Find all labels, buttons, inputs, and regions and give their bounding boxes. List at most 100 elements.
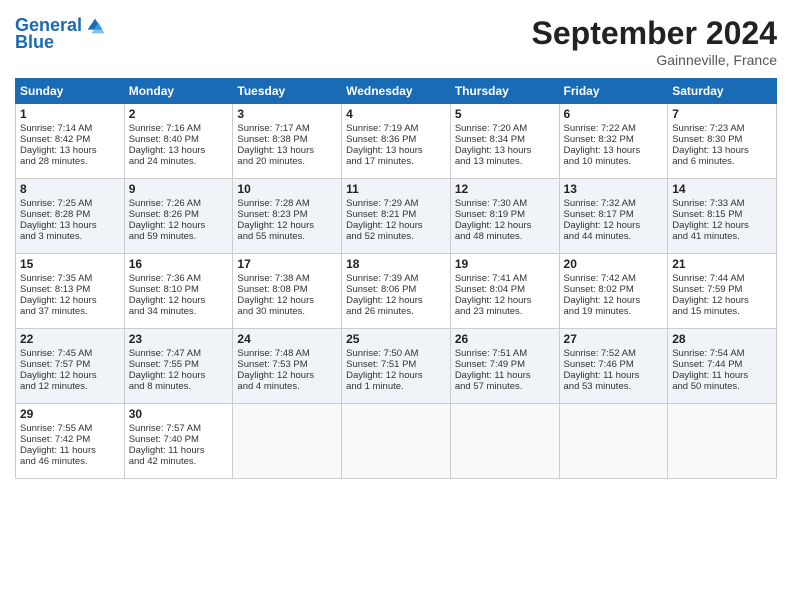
day-info: Sunrise: 7:38 AM (237, 273, 337, 284)
day-info: and 50 minutes. (672, 381, 772, 392)
day-info: Sunrise: 7:57 AM (129, 423, 229, 434)
day-info: Sunrise: 7:50 AM (346, 348, 446, 359)
calendar-cell: 10Sunrise: 7:28 AMSunset: 8:23 PMDayligh… (233, 179, 342, 254)
day-info: and 57 minutes. (455, 381, 555, 392)
day-info: Sunset: 8:28 PM (20, 209, 120, 220)
day-info: Sunset: 8:32 PM (564, 134, 664, 145)
day-info: Daylight: 12 hours (672, 295, 772, 306)
day-info: Sunrise: 7:48 AM (237, 348, 337, 359)
calendar-cell: 11Sunrise: 7:29 AMSunset: 8:21 PMDayligh… (342, 179, 451, 254)
calendar-cell: 16Sunrise: 7:36 AMSunset: 8:10 PMDayligh… (124, 254, 233, 329)
calendar-cell (559, 404, 668, 479)
day-info: Daylight: 13 hours (672, 145, 772, 156)
location-subtitle: Gainneville, France (532, 52, 777, 68)
day-info: Sunset: 7:46 PM (564, 359, 664, 370)
calendar-cell: 8Sunrise: 7:25 AMSunset: 8:28 PMDaylight… (16, 179, 125, 254)
day-number: 25 (346, 332, 446, 346)
day-info: and 44 minutes. (564, 231, 664, 242)
col-wednesday: Wednesday (342, 79, 451, 104)
day-info: Sunset: 7:55 PM (129, 359, 229, 370)
day-number: 13 (564, 182, 664, 196)
calendar-cell: 2Sunrise: 7:16 AMSunset: 8:40 PMDaylight… (124, 104, 233, 179)
calendar-week-row: 15Sunrise: 7:35 AMSunset: 8:13 PMDayligh… (16, 254, 777, 329)
calendar-week-row: 8Sunrise: 7:25 AMSunset: 8:28 PMDaylight… (16, 179, 777, 254)
day-info: and 15 minutes. (672, 306, 772, 317)
day-info: Daylight: 12 hours (237, 220, 337, 231)
day-info: Sunset: 8:21 PM (346, 209, 446, 220)
col-monday: Monday (124, 79, 233, 104)
day-info: Sunset: 7:59 PM (672, 284, 772, 295)
day-info: Sunrise: 7:51 AM (455, 348, 555, 359)
calendar-cell: 15Sunrise: 7:35 AMSunset: 8:13 PMDayligh… (16, 254, 125, 329)
day-info: Daylight: 12 hours (672, 220, 772, 231)
day-info: and 42 minutes. (129, 456, 229, 467)
day-info: and 28 minutes. (20, 156, 120, 167)
day-info: and 20 minutes. (237, 156, 337, 167)
day-info: Sunrise: 7:20 AM (455, 123, 555, 134)
col-sunday: Sunday (16, 79, 125, 104)
day-info: Daylight: 13 hours (455, 145, 555, 156)
day-info: Sunset: 8:23 PM (237, 209, 337, 220)
day-number: 6 (564, 107, 664, 121)
day-info: Sunset: 8:13 PM (20, 284, 120, 295)
day-info: Daylight: 12 hours (564, 220, 664, 231)
day-info: Sunrise: 7:17 AM (237, 123, 337, 134)
day-info: Daylight: 12 hours (455, 295, 555, 306)
day-number: 2 (129, 107, 229, 121)
col-saturday: Saturday (668, 79, 777, 104)
day-info: Sunset: 7:57 PM (20, 359, 120, 370)
day-info: Sunset: 8:17 PM (564, 209, 664, 220)
calendar-week-row: 22Sunrise: 7:45 AMSunset: 7:57 PMDayligh… (16, 329, 777, 404)
calendar-cell: 17Sunrise: 7:38 AMSunset: 8:08 PMDayligh… (233, 254, 342, 329)
day-number: 16 (129, 257, 229, 271)
day-info: Sunset: 8:26 PM (129, 209, 229, 220)
day-info: Sunset: 7:42 PM (20, 434, 120, 445)
day-number: 18 (346, 257, 446, 271)
col-thursday: Thursday (450, 79, 559, 104)
col-tuesday: Tuesday (233, 79, 342, 104)
calendar-cell: 13Sunrise: 7:32 AMSunset: 8:17 PMDayligh… (559, 179, 668, 254)
calendar-cell: 21Sunrise: 7:44 AMSunset: 7:59 PMDayligh… (668, 254, 777, 329)
day-info: Sunset: 8:40 PM (129, 134, 229, 145)
calendar-cell: 19Sunrise: 7:41 AMSunset: 8:04 PMDayligh… (450, 254, 559, 329)
day-info: Sunrise: 7:22 AM (564, 123, 664, 134)
day-info: and 59 minutes. (129, 231, 229, 242)
day-info: Daylight: 11 hours (564, 370, 664, 381)
day-info: Sunset: 8:15 PM (672, 209, 772, 220)
day-info: Sunrise: 7:54 AM (672, 348, 772, 359)
day-info: and 13 minutes. (455, 156, 555, 167)
calendar-cell: 5Sunrise: 7:20 AMSunset: 8:34 PMDaylight… (450, 104, 559, 179)
page-container: General Blue September 2024 Gainneville,… (0, 0, 792, 489)
day-number: 3 (237, 107, 337, 121)
day-number: 4 (346, 107, 446, 121)
calendar-cell: 1Sunrise: 7:14 AMSunset: 8:42 PMDaylight… (16, 104, 125, 179)
day-info: Sunrise: 7:47 AM (129, 348, 229, 359)
day-info: Daylight: 11 hours (129, 445, 229, 456)
day-info: Daylight: 12 hours (129, 295, 229, 306)
day-info: Sunset: 8:02 PM (564, 284, 664, 295)
day-info: Sunrise: 7:39 AM (346, 273, 446, 284)
day-info: Daylight: 12 hours (237, 295, 337, 306)
day-number: 21 (672, 257, 772, 271)
calendar-cell: 22Sunrise: 7:45 AMSunset: 7:57 PMDayligh… (16, 329, 125, 404)
day-info: Sunset: 8:38 PM (237, 134, 337, 145)
day-info: Daylight: 12 hours (346, 295, 446, 306)
day-info: and 26 minutes. (346, 306, 446, 317)
day-info: Daylight: 11 hours (20, 445, 120, 456)
day-info: and 52 minutes. (346, 231, 446, 242)
day-number: 11 (346, 182, 446, 196)
calendar-cell: 6Sunrise: 7:22 AMSunset: 8:32 PMDaylight… (559, 104, 668, 179)
day-info: Sunrise: 7:42 AM (564, 273, 664, 284)
day-info: Sunrise: 7:26 AM (129, 198, 229, 209)
day-info: Sunrise: 7:30 AM (455, 198, 555, 209)
day-info: and 19 minutes. (564, 306, 664, 317)
day-info: and 46 minutes. (20, 456, 120, 467)
day-info: and 34 minutes. (129, 306, 229, 317)
day-number: 27 (564, 332, 664, 346)
day-info: Daylight: 12 hours (20, 370, 120, 381)
day-info: Sunset: 8:42 PM (20, 134, 120, 145)
day-info: Sunset: 8:30 PM (672, 134, 772, 145)
day-number: 7 (672, 107, 772, 121)
day-number: 12 (455, 182, 555, 196)
day-info: and 24 minutes. (129, 156, 229, 167)
